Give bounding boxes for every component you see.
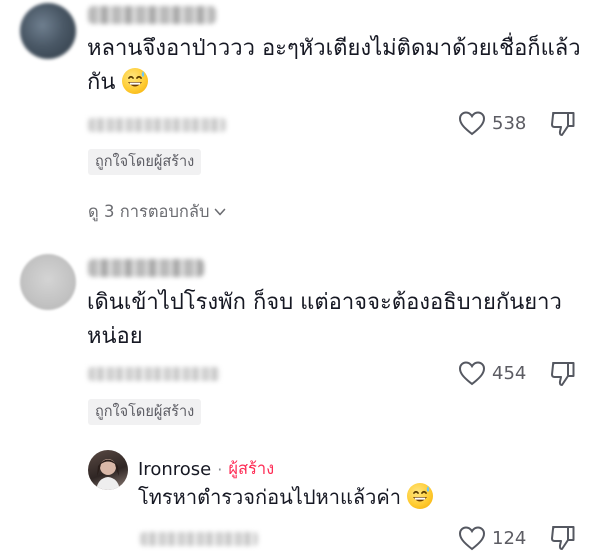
like-count: 454 [492, 362, 527, 384]
comment-text: เดินเข้าไปโรงพัก ก็จบ แต่อาจจะต้องอธิบาย… [87, 290, 562, 349]
chevron-down-icon [214, 208, 225, 216]
dislike-button[interactable] [550, 360, 576, 392]
view-replies-button[interactable]: ดู 3 การตอบกลับ [88, 199, 227, 225]
reply-text: โทรหาตำรวจก่อนไปหาแล้วค่า [138, 482, 434, 512]
like-button[interactable]: 538 [458, 110, 526, 136]
reply-header: Ironrose · ผู้สร้าง [138, 456, 274, 482]
creator-avatar[interactable] [88, 450, 128, 490]
thumbs-down-outline-icon [551, 112, 575, 136]
commenter-avatar[interactable] [20, 254, 76, 310]
commenter-name-blurred[interactable] [88, 259, 204, 277]
commenter-avatar[interactable] [20, 3, 76, 59]
thumbs-down-outline-icon [551, 362, 575, 386]
like-count: 124 [492, 527, 527, 549]
liked-by-creator-badge: ถูกใจโดยผู้สร้าง [88, 399, 202, 425]
thumbs-down-outline-icon [551, 526, 575, 550]
comment-meta-blurred [88, 367, 220, 381]
reply-meta-blurred [140, 532, 258, 546]
heart-outline-icon [458, 526, 486, 551]
dislike-button[interactable] [550, 524, 576, 556]
creator-name[interactable]: Ironrose [138, 459, 211, 480]
heart-outline-icon [458, 361, 486, 386]
grinning-sweat-emoji-icon [407, 483, 434, 509]
commenter-name-blurred[interactable] [88, 6, 216, 24]
separator-dot: · [217, 459, 223, 479]
heart-outline-icon [458, 111, 486, 136]
view-replies-label: ดู 3 การตอบกลับ [88, 202, 210, 221]
like-count: 538 [492, 112, 527, 134]
comment-meta-blurred [88, 118, 226, 132]
grinning-sweat-emoji-icon [122, 68, 149, 94]
dislike-button[interactable] [550, 110, 576, 142]
like-button[interactable]: 124 [458, 525, 526, 551]
comment-text: หลานจึงอาป่าววว อะๆหัวเตียงไม่ติดมาด้วยเ… [87, 36, 581, 95]
like-button[interactable]: 454 [458, 360, 526, 386]
liked-by-creator-badge: ถูกใจโดยผู้สร้าง [88, 149, 202, 175]
creator-label: ผู้สร้าง [228, 459, 275, 478]
